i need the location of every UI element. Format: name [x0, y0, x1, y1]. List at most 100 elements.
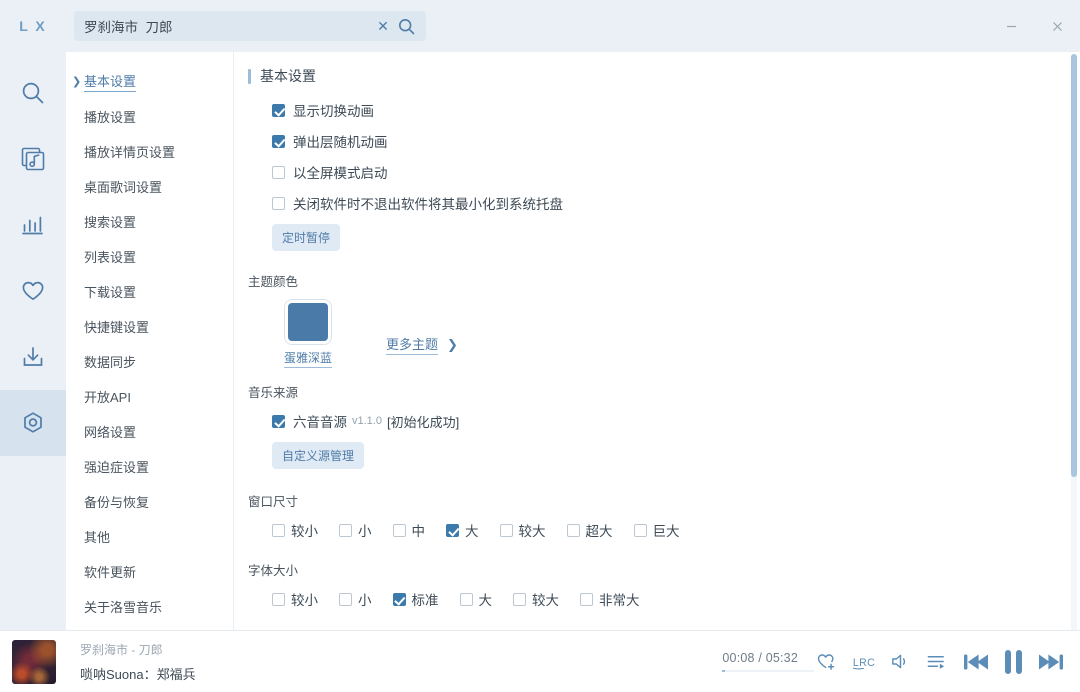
next-icon[interactable]: [1036, 649, 1066, 675]
option-label: 巨大: [652, 524, 680, 539]
sidebar-item-label: 搜索设置: [84, 215, 137, 230]
font-size-option-very-large[interactable]: 非常大: [580, 589, 640, 609]
checkbox-box[interactable]: [392, 523, 406, 537]
option-label: 较大: [518, 524, 546, 539]
window-size-option-larger[interactable]: 较大: [499, 520, 546, 540]
font-size-option-large[interactable]: 大: [459, 589, 492, 609]
checkbox-box[interactable]: [580, 592, 593, 606]
option-label: 中: [411, 524, 426, 539]
font-size-option-small[interactable]: 小: [339, 589, 372, 609]
sidebar-item-ocd-settings[interactable]: 强迫症设置: [66, 449, 233, 484]
heart-plus-icon[interactable]: [816, 651, 837, 672]
app-logo: L X: [19, 18, 47, 34]
sidebar-item-basic-settings[interactable]: ❯ 基本设置: [66, 64, 233, 99]
checkbox-label: 显示切换动画: [293, 104, 374, 119]
theme-color-row: 蛋雅深蓝 更多主题 ❯: [278, 299, 1080, 368]
rail-item-my-favorites[interactable]: [0, 258, 66, 324]
checkbox-popup-random-animation[interactable]: 弹出层随机动画: [248, 131, 1080, 151]
option-label: 较小: [291, 593, 318, 608]
playlist-icon[interactable]: [926, 651, 947, 672]
checkbox-box[interactable]: [566, 523, 580, 537]
rail-item-search[interactable]: [0, 60, 66, 126]
window-size-option-huge[interactable]: 巨大: [633, 520, 680, 540]
checkbox-music-source[interactable]: 六音音源 v1.1.0 [初始化成功]: [248, 411, 1080, 431]
checkbox-box[interactable]: [339, 592, 352, 606]
checkbox-box[interactable]: [272, 414, 285, 428]
more-themes-link[interactable]: 更多主题 ❯: [386, 334, 458, 355]
checkbox-box[interactable]: [272, 592, 285, 606]
checkbox-box[interactable]: [339, 523, 352, 537]
sidebar-item-list-settings[interactable]: 列表设置: [66, 239, 233, 274]
volume-icon[interactable]: [890, 651, 911, 672]
lrc-icon[interactable]: LRC: [852, 651, 875, 672]
close-button[interactable]: [1034, 6, 1080, 46]
sidebar-item-search-settings[interactable]: 搜索设置: [66, 204, 233, 239]
sidebar-item-desktop-lyric-settings[interactable]: 桌面歌词设置: [66, 169, 233, 204]
sidebar-item-play-detail-settings[interactable]: 播放详情页设置: [66, 134, 233, 169]
sidebar-item-play-settings[interactable]: 播放设置: [66, 99, 233, 134]
checkbox-box[interactable]: [459, 592, 473, 606]
rail-item-downloads[interactable]: [0, 324, 66, 390]
rail-item-song-list[interactable]: [0, 126, 66, 192]
sidebar-item-other[interactable]: 其他: [66, 519, 233, 554]
chevron-right-icon: ❯: [72, 76, 82, 88]
music-source-group-label: 音乐来源: [248, 386, 299, 400]
theme-swatch-item[interactable]: 蛋雅深蓝: [278, 299, 338, 368]
custom-source-manage-button[interactable]: 自定义源管理: [272, 442, 365, 469]
album-art[interactable]: [12, 639, 56, 684]
title-bar: L X ✕: [0, 0, 1080, 52]
font-size-options: 较小 小 标准 大 较大 非常大: [248, 589, 1080, 609]
sidebar-item-label: 备份与恢复: [84, 495, 150, 510]
option-label: 标准: [411, 593, 439, 608]
content-scrollbar[interactable]: [1071, 54, 1077, 630]
checkbox-start-fullscreen[interactable]: 以全屏模式启动: [248, 162, 1080, 182]
font-size-option-standard[interactable]: 标准: [392, 589, 439, 609]
rail-item-settings[interactable]: [0, 390, 66, 456]
sidebar-item-backup-restore[interactable]: 备份与恢复: [66, 484, 233, 519]
sidebar-item-about[interactable]: 关于洛雪音乐: [66, 589, 233, 624]
checkbox-box[interactable]: [272, 196, 285, 210]
timer-pause-button[interactable]: 定时暂停: [272, 224, 341, 251]
minimize-button[interactable]: [988, 6, 1034, 46]
search-input[interactable]: [84, 18, 372, 34]
sidebar-item-software-update[interactable]: 软件更新: [66, 554, 233, 589]
checkbox-box[interactable]: [633, 523, 647, 537]
checkbox-box[interactable]: [272, 134, 285, 148]
option-label: 小: [358, 593, 372, 608]
sidebar-item-label: 数据同步: [84, 355, 137, 370]
search-box[interactable]: ✕: [74, 11, 426, 41]
window-size-option-large[interactable]: 大: [446, 520, 479, 540]
window-size-option-extra-large[interactable]: 超大: [566, 520, 613, 540]
checkbox-box[interactable]: [272, 103, 285, 117]
search-icon[interactable]: [394, 15, 418, 37]
checkbox-box[interactable]: [392, 592, 406, 606]
previous-icon[interactable]: [961, 649, 991, 675]
checkbox-box[interactable]: [446, 523, 459, 537]
clear-icon[interactable]: ✕: [372, 15, 394, 37]
checkbox-box[interactable]: [513, 592, 526, 606]
pause-icon[interactable]: [1005, 649, 1022, 674]
sidebar-item-data-sync[interactable]: 数据同步: [66, 344, 233, 379]
player-song-artist: 唢呐Suona：郑福兵: [80, 666, 196, 682]
title-accent-bar: [248, 68, 251, 84]
sidebar-item-open-api[interactable]: 开放API: [66, 379, 233, 414]
sidebar-item-network-settings[interactable]: 网络设置: [66, 414, 233, 449]
font-size-option-smaller[interactable]: 较小: [272, 589, 318, 609]
scrollbar-thumb[interactable]: [1071, 54, 1077, 477]
sidebar-item-hotkey-settings[interactable]: 快捷键设置: [66, 309, 233, 344]
checkbox-box[interactable]: [499, 523, 513, 537]
window-size-option-medium[interactable]: 中: [392, 520, 426, 540]
checkbox-minimize-to-tray[interactable]: 关闭软件时不退出软件将其最小化到系统托盘: [248, 193, 1080, 213]
theme-swatch[interactable]: [284, 299, 332, 345]
checkbox-box[interactable]: [272, 523, 285, 537]
sidebar-item-download-settings[interactable]: 下载设置: [66, 274, 233, 309]
window-size-option-smaller[interactable]: 较小: [272, 520, 318, 540]
checkbox-box[interactable]: [272, 165, 285, 179]
window-size-option-small[interactable]: 小: [339, 520, 372, 540]
player-time-label: 00:08 / 05:32: [722, 651, 798, 665]
checkbox-show-transition-animation[interactable]: 显示切换动画: [248, 100, 1080, 120]
rail-item-leaderboard[interactable]: [0, 192, 66, 258]
font-size-option-larger[interactable]: 较大: [513, 589, 559, 609]
sidebar-item-label: 桌面歌词设置: [84, 180, 163, 195]
progress-bar[interactable]: [722, 670, 815, 672]
